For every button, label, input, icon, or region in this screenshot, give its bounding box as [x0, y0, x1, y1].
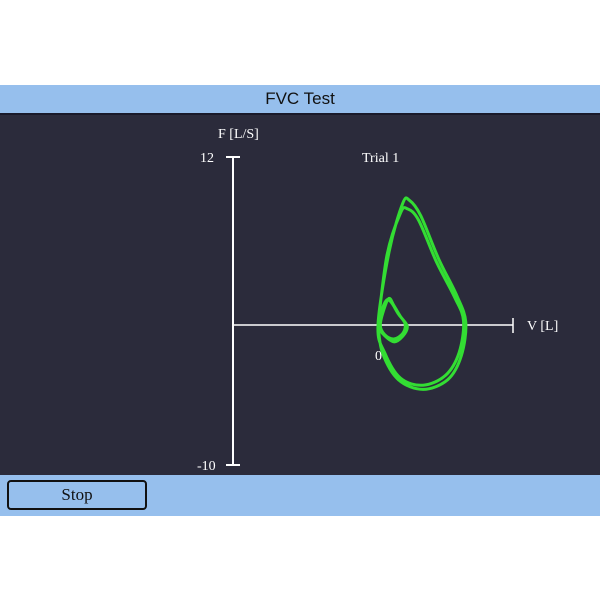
y-axis-label: F [L/S]	[218, 127, 259, 142]
title-bar: FVC Test	[0, 85, 600, 115]
fvc-test-screen: FVC Test F [L/S] 12 -10 V [L] 0 Trial 1 …	[0, 85, 600, 516]
flow-volume-loop-1	[376, 196, 468, 391]
stop-button[interactable]: Stop	[7, 480, 147, 510]
x-axis-label: V [L]	[527, 319, 558, 334]
flow-volume-loop-2	[376, 296, 409, 344]
y-axis-max-label: 12	[200, 151, 214, 166]
series-layer	[376, 196, 468, 391]
y-axis-min-label: -10	[197, 459, 216, 474]
chart-title: Trial 1	[362, 151, 399, 166]
window-title: FVC Test	[265, 89, 335, 108]
flow-volume-chart: F [L/S] 12 -10 V [L] 0 Trial 1	[197, 127, 558, 474]
bottom-bar: Stop	[0, 475, 600, 516]
